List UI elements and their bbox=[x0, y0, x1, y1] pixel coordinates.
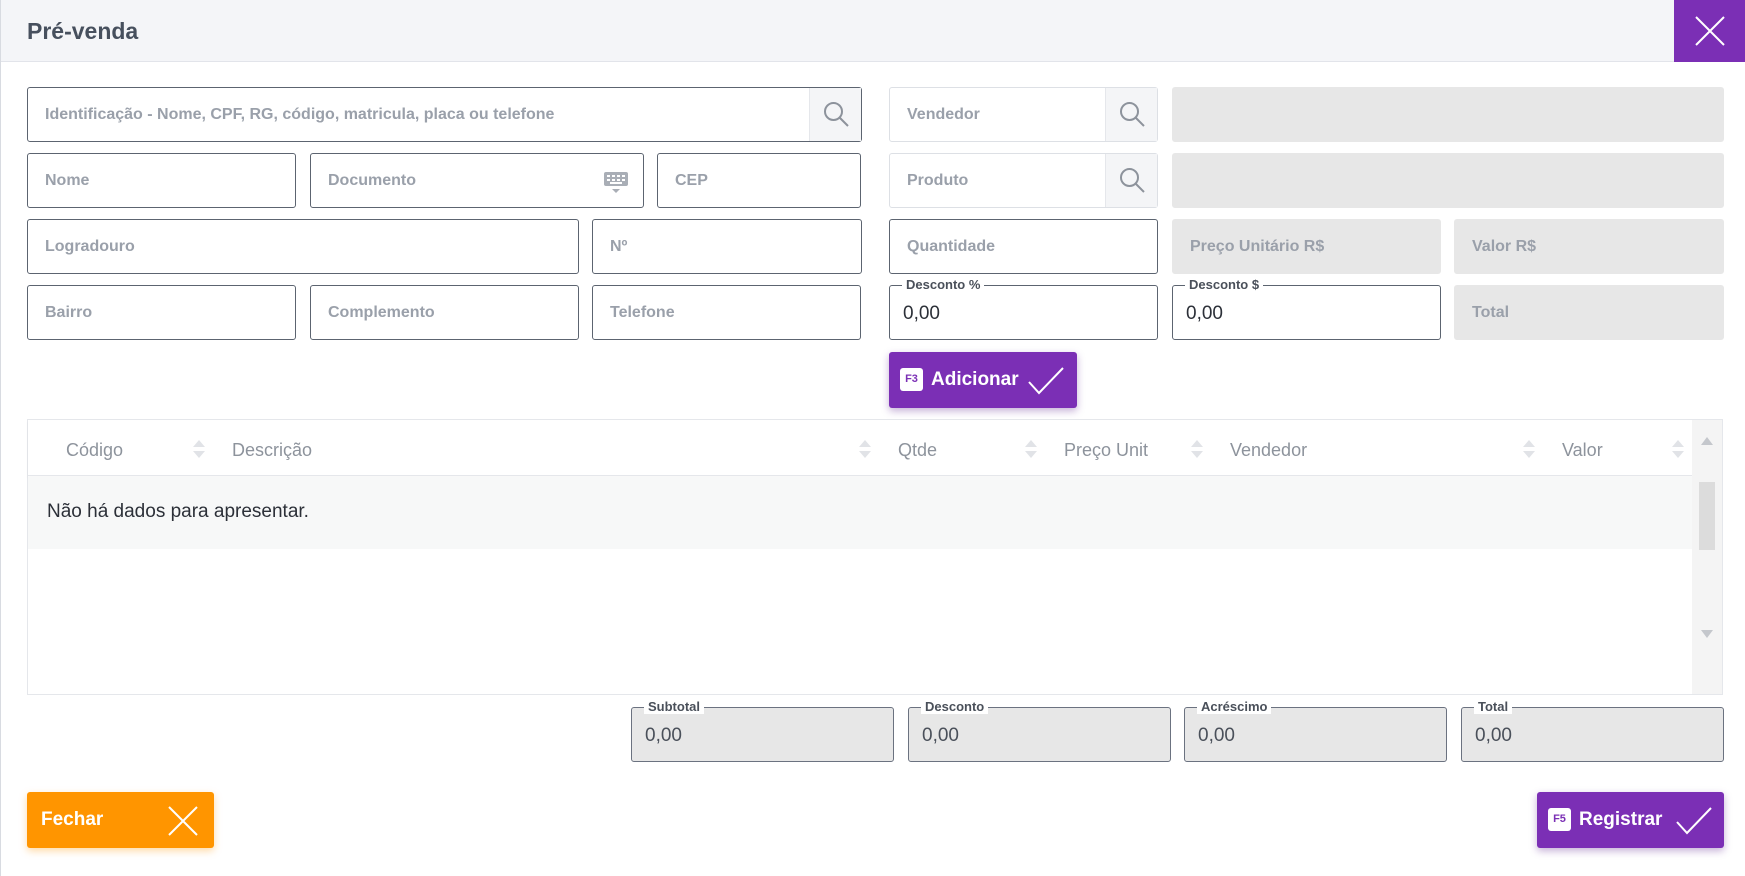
complement-placeholder: Complemento bbox=[328, 304, 435, 321]
discount-amount-value: 0,00 bbox=[1186, 303, 1223, 324]
name-placeholder: Nome bbox=[45, 172, 90, 189]
district-placeholder: Bairro bbox=[45, 304, 93, 321]
search-icon bbox=[1120, 168, 1145, 193]
page-title: Pré-venda bbox=[27, 18, 139, 44]
check-icon bbox=[1028, 367, 1064, 395]
discount-percent-value: 0,00 bbox=[903, 303, 940, 324]
number-placeholder: Nº bbox=[610, 238, 628, 255]
subtotal-field: Subtotal 0,00 bbox=[631, 699, 894, 762]
table-scrollbar[interactable] bbox=[1692, 420, 1722, 694]
close-dialog-button[interactable] bbox=[1674, 0, 1745, 62]
scroll-up-icon[interactable] bbox=[1700, 436, 1714, 446]
street-placeholder: Logradouro bbox=[45, 238, 135, 255]
document-field[interactable]: Documento bbox=[310, 153, 644, 208]
surcharge-value: 0,00 bbox=[1198, 725, 1235, 746]
sort-icon[interactable] bbox=[1190, 437, 1204, 461]
district-field[interactable]: Bairro bbox=[27, 285, 296, 340]
product-field[interactable]: Produto bbox=[889, 153, 1158, 208]
product-name-display bbox=[1172, 153, 1724, 208]
check-icon bbox=[1676, 807, 1712, 835]
column-header-quantity[interactable]: Qtde bbox=[898, 440, 937, 461]
cep-placeholder: CEP bbox=[675, 172, 708, 189]
discount-summary-label: Desconto bbox=[921, 699, 989, 714]
sort-icon[interactable] bbox=[1522, 437, 1536, 461]
quantity-field[interactable]: Quantidade bbox=[889, 219, 1158, 274]
close-icon bbox=[1695, 16, 1725, 46]
f3-key-badge: F3 bbox=[900, 368, 923, 391]
discount-percent-label: Desconto % bbox=[902, 277, 985, 292]
surcharge-field: Acréscimo 0,00 bbox=[1184, 699, 1447, 762]
product-search-button[interactable] bbox=[1105, 154, 1157, 207]
keyboard-icon[interactable] bbox=[603, 170, 629, 196]
product-placeholder: Produto bbox=[907, 172, 969, 189]
cep-field[interactable]: CEP bbox=[657, 153, 861, 208]
close-button-label: Fechar bbox=[41, 809, 104, 830]
total-field: Total 0,00 bbox=[1461, 699, 1724, 762]
identification-placeholder: Identificação - Nome, CPF, RG, código, m… bbox=[45, 106, 555, 123]
unit-price-field: Preço Unitário R$ bbox=[1172, 219, 1441, 274]
phone-placeholder: Telefone bbox=[610, 304, 675, 321]
close-button[interactable]: Fechar bbox=[27, 792, 214, 848]
value-placeholder: Valor R$ bbox=[1472, 238, 1537, 255]
item-total-placeholder: Total bbox=[1472, 304, 1510, 321]
column-header-value[interactable]: Valor bbox=[1562, 440, 1603, 461]
identification-search-input[interactable]: Identificação - Nome, CPF, RG, código, m… bbox=[27, 87, 862, 142]
sort-icon[interactable] bbox=[1024, 437, 1038, 461]
column-header-description[interactable]: Descrição bbox=[232, 440, 312, 461]
search-icon bbox=[824, 102, 849, 127]
column-header-seller[interactable]: Vendedor bbox=[1230, 440, 1307, 461]
dialog-header: Pré-venda bbox=[1, 0, 1745, 62]
f5-key-badge: F5 bbox=[1548, 808, 1571, 831]
seller-search-button[interactable] bbox=[1105, 88, 1157, 141]
column-header-code[interactable]: Código bbox=[66, 440, 123, 461]
discount-amount-field[interactable]: Desconto $ 0,00 bbox=[1172, 277, 1441, 340]
street-field[interactable]: Logradouro bbox=[27, 219, 579, 274]
subtotal-value: 0,00 bbox=[645, 725, 682, 746]
complement-field[interactable]: Complemento bbox=[310, 285, 579, 340]
discount-summary-field: Desconto 0,00 bbox=[908, 699, 1171, 762]
empty-message: Não há dados para apresentar. bbox=[47, 501, 309, 522]
total-value: 0,00 bbox=[1475, 725, 1512, 746]
unit-price-placeholder: Preço Unitário R$ bbox=[1190, 238, 1325, 255]
items-table: Código Descrição Qtde Preço Unit Vendedo… bbox=[27, 419, 1723, 695]
number-field[interactable]: Nº bbox=[592, 219, 862, 274]
scrollbar-thumb[interactable] bbox=[1699, 482, 1715, 550]
discount-percent-field[interactable]: Desconto % 0,00 bbox=[889, 277, 1158, 340]
scroll-down-icon[interactable] bbox=[1700, 629, 1714, 639]
pre-sale-dialog: Pré-venda Identificação - Nome, CPF, RG,… bbox=[0, 0, 1745, 876]
subtotal-label: Subtotal bbox=[644, 699, 704, 714]
column-header-unit-price[interactable]: Preço Unit bbox=[1064, 440, 1148, 461]
sort-icon[interactable] bbox=[192, 437, 206, 461]
surcharge-label: Acréscimo bbox=[1197, 699, 1272, 714]
register-button-label: Registrar bbox=[1579, 809, 1663, 830]
discount-summary-value: 0,00 bbox=[922, 725, 959, 746]
seller-field[interactable]: Vendedor bbox=[889, 87, 1158, 142]
search-icon bbox=[1120, 102, 1145, 127]
seller-placeholder: Vendedor bbox=[907, 106, 980, 123]
document-placeholder: Documento bbox=[328, 172, 416, 189]
close-icon bbox=[168, 806, 198, 836]
total-label: Total bbox=[1474, 699, 1513, 714]
sort-icon[interactable] bbox=[1671, 437, 1685, 461]
table-header: Código Descrição Qtde Preço Unit Vendedo… bbox=[28, 420, 1693, 476]
identification-search-button[interactable] bbox=[809, 88, 861, 141]
discount-amount-label: Desconto $ bbox=[1185, 277, 1264, 292]
value-field: Valor R$ bbox=[1454, 219, 1724, 274]
item-total-field: Total bbox=[1454, 285, 1724, 340]
phone-field[interactable]: Telefone bbox=[592, 285, 861, 340]
register-button[interactable]: F5 Registrar bbox=[1537, 792, 1724, 848]
sort-icon[interactable] bbox=[858, 437, 872, 461]
add-item-label: Adicionar bbox=[931, 369, 1019, 390]
name-field[interactable]: Nome bbox=[27, 153, 296, 208]
empty-row: Não há dados para apresentar. bbox=[28, 477, 1693, 549]
seller-name-display bbox=[1172, 87, 1724, 142]
add-item-button[interactable]: F3 Adicionar bbox=[889, 352, 1077, 408]
quantity-placeholder: Quantidade bbox=[907, 238, 996, 255]
